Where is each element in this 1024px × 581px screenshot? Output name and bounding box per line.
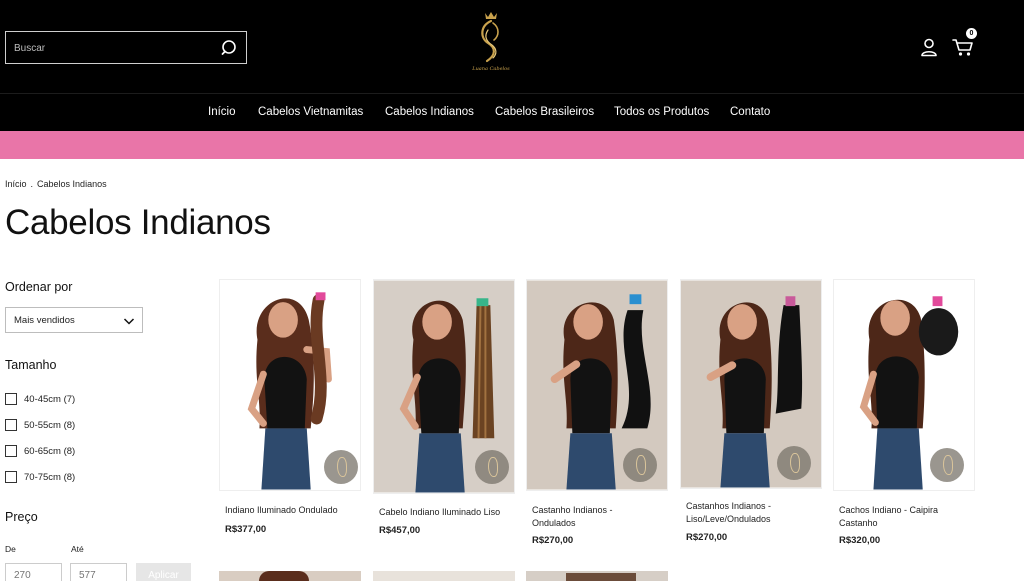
size-checkbox[interactable]: [5, 445, 17, 457]
product-card[interactable]: Indiano Iluminado Ondulado R$377,00: [219, 279, 361, 539]
breadcrumb-home-link[interactable]: Início: [5, 179, 27, 189]
price-min-input[interactable]: [5, 563, 62, 581]
search-input[interactable]: [14, 38, 214, 58]
breadcrumb-separator: .: [30, 179, 34, 189]
product-card[interactable]: Castanhos Indianos - Liso/Leve/Ondulados…: [680, 279, 822, 549]
nav-item-contato[interactable]: Contato: [730, 106, 770, 118]
size-checkbox[interactable]: [5, 393, 17, 405]
size-option-label: 50-55cm (8): [24, 420, 76, 431]
nav-item-cabelos-vietnamitas[interactable]: Cabelos Vietnamitas: [258, 106, 363, 118]
product-price: R$270,00: [686, 532, 728, 543]
logo-text: Luana Cabelos: [472, 66, 510, 72]
nav-item-cabelos-indianos[interactable]: Cabelos Indianos: [385, 106, 474, 118]
watermark-logo-icon: [930, 448, 964, 482]
price-heading: Preço: [5, 510, 38, 524]
promo-bar: [0, 131, 1024, 159]
nav-item-cabelos-brasileiros[interactable]: Cabelos Brasileiros: [495, 106, 594, 118]
cart-count-badge: 0: [966, 28, 977, 39]
breadcrumb-current: Cabelos Indianos: [37, 179, 107, 189]
product-image-partial[interactable]: [219, 571, 361, 581]
size-option-label: 40-45cm (7): [24, 394, 76, 405]
sort-select[interactable]: Mais vendidos: [5, 307, 143, 333]
search-box: [5, 31, 247, 64]
price-from-label: De: [5, 544, 16, 554]
apply-price-button[interactable]: Aplicar: [136, 563, 191, 581]
size-checkbox[interactable]: [5, 471, 17, 483]
sort-select-value: Mais vendidos: [14, 315, 75, 326]
product-name[interactable]: Castanho Indianos - Ondulados: [532, 504, 650, 529]
product-name[interactable]: Cachos Indiano - Caipira Castanho: [839, 504, 959, 529]
product-price: R$377,00: [225, 524, 267, 535]
search-icon[interactable]: [220, 38, 240, 58]
product-image-partial[interactable]: [373, 571, 515, 581]
product-card[interactable]: Cabelo Indiano Iluminado Liso R$457,00: [373, 279, 515, 544]
site-logo[interactable]: Luana Cabelos: [466, 8, 516, 78]
size-heading: Tamanho: [5, 358, 57, 372]
product-price: R$270,00: [532, 535, 574, 546]
page-title: Cabelos Indianos: [5, 203, 271, 242]
nav-item-inicio[interactable]: Início: [208, 106, 236, 118]
sort-heading: Ordenar por: [5, 280, 73, 294]
logo-emblem-icon: [481, 12, 499, 63]
cart-icon[interactable]: [951, 36, 975, 58]
size-checkbox[interactable]: [5, 419, 17, 431]
nav-item-todos-os-produtos[interactable]: Todos os Produtos: [614, 106, 709, 118]
watermark-logo-icon: [475, 450, 509, 484]
account-icon[interactable]: [918, 36, 940, 58]
product-image-partial[interactable]: [526, 571, 668, 581]
price-max-input[interactable]: [70, 563, 127, 581]
product-card[interactable]: Cachos Indiano - Caipira Castanho R$320,…: [833, 279, 975, 549]
breadcrumb: Início. Cabelos Indianos: [5, 179, 107, 189]
product-price: R$457,00: [379, 525, 421, 536]
product-name[interactable]: Castanhos Indianos - Liso/Leve/Ondulados: [686, 500, 804, 525]
watermark-logo-icon: [324, 450, 358, 484]
product-name[interactable]: Cabelo Indiano Iluminado Liso: [379, 506, 511, 519]
main-nav: Início Cabelos Vietnamitas Cabelos India…: [0, 93, 1024, 131]
product-card[interactable]: Castanho Indianos - Ondulados R$270,00: [526, 279, 668, 549]
price-to-label: Até: [71, 544, 84, 554]
size-option-label: 70-75cm (8): [24, 472, 76, 483]
watermark-logo-icon: [777, 446, 811, 480]
chevron-down-icon: [123, 318, 135, 325]
watermark-logo-icon: [623, 448, 657, 482]
product-price: R$320,00: [839, 535, 881, 546]
site-header: Luana Cabelos 0: [0, 0, 1024, 93]
size-option-label: 60-65cm (8): [24, 446, 76, 457]
product-name[interactable]: Indiano Iluminado Ondulado: [225, 504, 357, 517]
